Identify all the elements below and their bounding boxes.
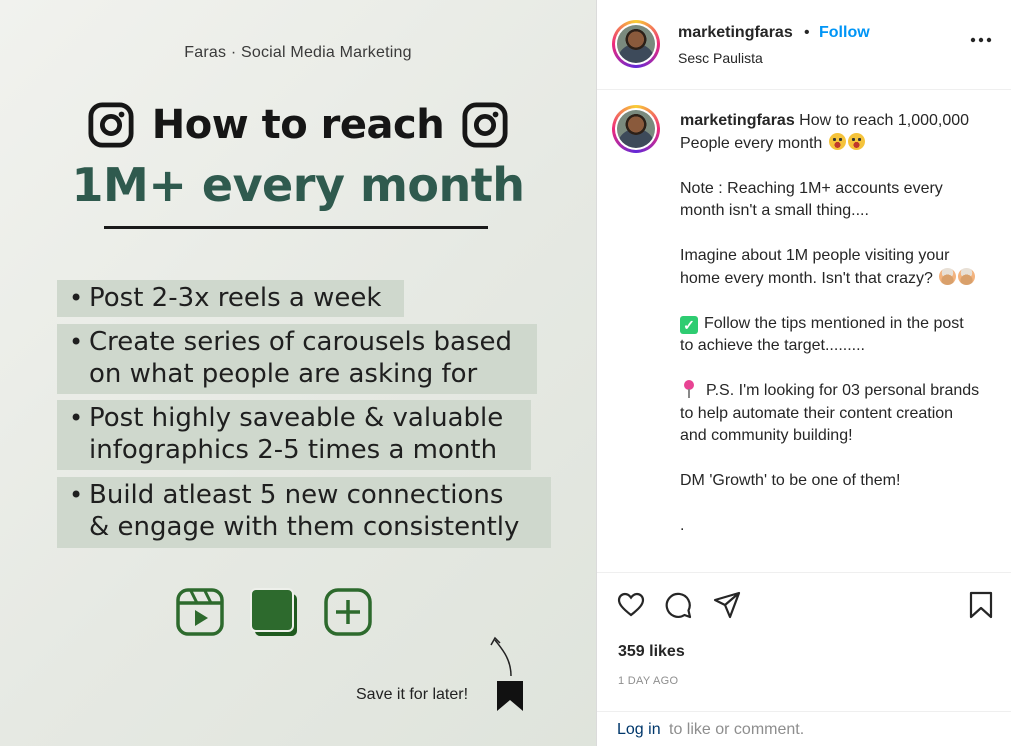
- separator-dot: •: [804, 24, 810, 41]
- bullet: •: [69, 481, 84, 509]
- instagram-logo-icon: [462, 102, 508, 148]
- caption-area[interactable]: marketingfaras How to reach 1,000,000 Pe…: [597, 90, 1011, 572]
- caption-ps: P.S. I'm looking for 03 personal brands …: [680, 382, 980, 444]
- carousel-icon: [250, 588, 297, 636]
- post-image[interactable]: Faras · Social Media Marketing How to re…: [0, 0, 596, 746]
- tip-item: • Post 2-3x reels a week: [57, 280, 404, 317]
- caption-follow-tips: Follow the tips mentioned in the post to…: [680, 314, 964, 355]
- bullet: •: [69, 404, 84, 432]
- bookmark-icon[interactable]: [967, 591, 995, 619]
- title-divider: [104, 226, 488, 229]
- pushpin-icon: [680, 380, 698, 398]
- post-header: marketingfaras • Follow Sesc Paulista: [597, 0, 1011, 90]
- tip-text: Create series of carousels based: [89, 327, 513, 357]
- instagram-post-modal: Faras · Social Media Marketing How to re…: [0, 0, 1011, 746]
- heart-icon[interactable]: [617, 591, 645, 619]
- location-link[interactable]: Sesc Paulista: [678, 50, 763, 66]
- tip-item: • Create series of carousels based on wha…: [57, 324, 537, 394]
- instagram-logo-icon: [88, 102, 134, 148]
- bookmark-icon: [497, 681, 523, 711]
- bullet: •: [69, 284, 84, 312]
- curved-arrow-icon: [490, 636, 512, 677]
- shocked-face-icon: [828, 132, 846, 150]
- username-link[interactable]: marketingfaras: [678, 24, 793, 42]
- tip-text: Post highly saveable & valuable: [89, 403, 504, 433]
- action-bar: 359 likes 1 DAY AGO: [597, 572, 1011, 712]
- comment-icon[interactable]: [664, 591, 692, 619]
- reels-icon: [176, 588, 224, 636]
- bullet: •: [69, 328, 84, 356]
- caption-note: Note : Reaching 1M+ accounts every month…: [680, 179, 943, 220]
- mind-blown-icon: [958, 267, 976, 285]
- follow-button[interactable]: Follow: [819, 24, 870, 42]
- caption-trailing: .: [680, 517, 685, 534]
- login-prompt: to like or comment.: [669, 721, 805, 738]
- share-icon[interactable]: [713, 591, 741, 619]
- avatar[interactable]: [612, 105, 660, 153]
- check-mark-icon: ✓: [680, 315, 698, 334]
- tip-item: • Build atleast 5 new connections & engag…: [57, 477, 551, 548]
- login-link[interactable]: Log in: [617, 721, 661, 739]
- more-options-icon[interactable]: [969, 34, 993, 46]
- brand-line: Faras · Social Media Marketing: [184, 44, 412, 61]
- caption-imagine: Imagine about 1M people visiting your ho…: [680, 247, 950, 287]
- tip-text: infographics 2-5 times a month: [89, 435, 498, 465]
- login-bar: Log in to like or comment.: [597, 711, 1011, 746]
- tip-text: Post 2-3x reels a week: [89, 283, 382, 313]
- bottom-icons: [175, 585, 373, 639]
- post-timestamp[interactable]: 1 DAY AGO: [618, 675, 678, 687]
- title-line-1: How to reach: [151, 102, 445, 148]
- add-post-icon: [324, 588, 372, 636]
- save-hint: Save it for later!: [356, 686, 469, 703]
- tip-text: & engage with them consistently: [89, 512, 520, 542]
- tip-text: on what people are asking for: [89, 359, 478, 389]
- tip-text: Build atleast 5 new connections: [89, 480, 504, 510]
- likes-count[interactable]: 359 likes: [618, 643, 685, 661]
- caption: marketingfaras How to reach 1,000,000 Pe…: [680, 110, 980, 560]
- title-row: How to reach: [0, 102, 596, 148]
- tip-item: • Post highly saveable & valuable infogra…: [57, 400, 531, 470]
- shocked-face-icon: [847, 132, 865, 150]
- title-line-2: 1M+ every month: [71, 158, 525, 212]
- post-side-panel: marketingfaras • Follow Sesc Paulista ma…: [596, 0, 1011, 746]
- avatar[interactable]: [612, 20, 660, 68]
- caption-dm: DM 'Growth' to be one of them!: [680, 472, 901, 489]
- caption-username[interactable]: marketingfaras: [680, 112, 795, 129]
- mind-blown-icon: [939, 267, 957, 285]
